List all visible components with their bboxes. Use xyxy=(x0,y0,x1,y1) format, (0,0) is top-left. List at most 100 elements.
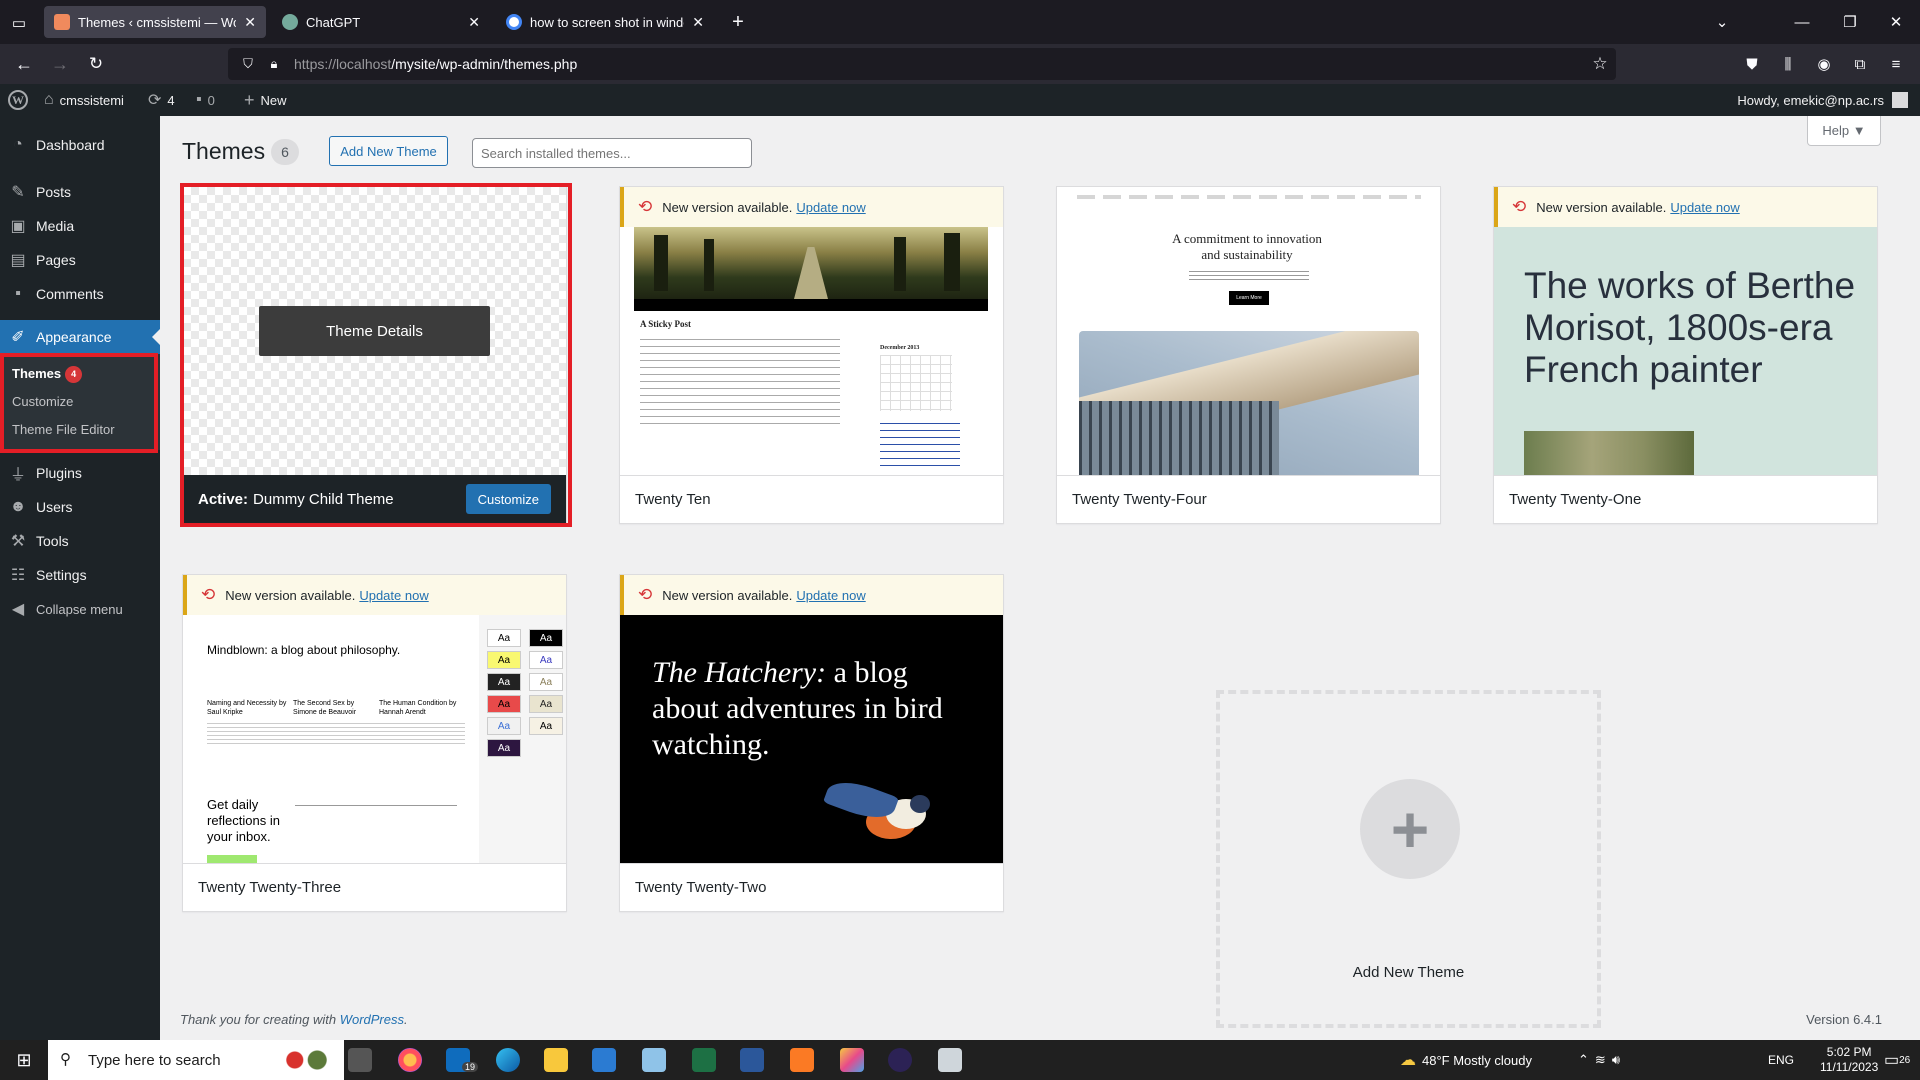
extensions-icon[interactable]: ⧉ xyxy=(1848,52,1872,76)
theme-screenshot[interactable]: A commitment to innovation and sustainab… xyxy=(1057,187,1440,475)
sidebar-item-posts[interactable]: ✎ Posts xyxy=(0,175,160,209)
my-account-menu[interactable]: Howdy, emekic@np.ac.rs xyxy=(1737,84,1908,116)
theme-screenshot[interactable]: A Sticky Post December 2013 ⟲ New versio… xyxy=(620,187,1003,475)
menu-icon[interactable]: ≡ xyxy=(1884,52,1908,76)
sidebar-collapse-menu[interactable]: ◀ Collapse menu xyxy=(0,592,160,626)
updates-icon: ⟳ xyxy=(148,92,162,109)
style-swatch: Aa xyxy=(529,695,563,713)
browser-tab-bar: ▭ Themes ‹ cmssistemi — WordPress ✕ Chat… xyxy=(0,0,1920,44)
close-tab-icon[interactable]: ✕ xyxy=(692,14,704,31)
update-now-link[interactable]: Update now xyxy=(359,588,428,603)
update-now-link[interactable]: Update now xyxy=(796,200,865,215)
excel-icon[interactable] xyxy=(692,1048,716,1072)
comments-menu[interactable]: ▪ 0 xyxy=(196,84,215,116)
tt4-subtext xyxy=(1189,271,1309,281)
bookmark-star-icon[interactable]: ☆ xyxy=(1590,54,1610,74)
style-swatch: Aa xyxy=(487,629,521,647)
close-tab-icon[interactable]: ✕ xyxy=(244,14,256,31)
paint-icon[interactable] xyxy=(642,1048,666,1072)
back-icon[interactable]: ← xyxy=(12,52,36,76)
updates-menu[interactable]: ⟳ 4 xyxy=(148,84,175,116)
tab-list-icon[interactable]: ▭ xyxy=(8,12,30,34)
word-icon[interactable] xyxy=(740,1048,764,1072)
theme-count-badge: 6 xyxy=(271,139,299,165)
sidebar-item-comments[interactable]: ▪ Comments xyxy=(0,277,160,311)
edge-icon[interactable] xyxy=(496,1048,520,1072)
notifications-button[interactable]: ▭ 26 xyxy=(1884,1040,1910,1080)
file-explorer-icon[interactable] xyxy=(544,1048,568,1072)
sidebar-item-tools[interactable]: ⚒ Tools xyxy=(0,524,160,558)
avatar xyxy=(1892,92,1908,108)
theme-card-twenty-twenty-one[interactable]: The works of Berthe Morisot, 1800s-era F… xyxy=(1493,186,1878,524)
sidebar-item-users[interactable]: ☻ Users xyxy=(0,490,160,524)
add-new-theme-button[interactable]: Add New Theme xyxy=(329,136,448,166)
paint3d-icon[interactable] xyxy=(840,1048,864,1072)
wordpress-link[interactable]: WordPress xyxy=(340,1012,404,1027)
footer-thanks: Thank you for creating with WordPress. xyxy=(180,1012,408,1027)
account-icon[interactable]: ◉ xyxy=(1812,52,1836,76)
taskbar-search-box[interactable]: ⚲ Type here to search xyxy=(48,1040,344,1080)
page-title: Themes xyxy=(182,138,266,164)
language-indicator[interactable]: ENG xyxy=(1768,1040,1794,1080)
sidebar-item-appearance[interactable]: ✐ Appearance xyxy=(0,320,160,354)
sidebar-item-pages[interactable]: ▤ Pages xyxy=(0,243,160,277)
update-now-link[interactable]: Update now xyxy=(1670,200,1739,215)
forward-icon[interactable]: → xyxy=(48,52,72,76)
lock-icon[interactable]: 🔒︎ xyxy=(266,56,282,72)
clock[interactable]: 5:02 PM 11/11/2023 xyxy=(1820,1040,1878,1080)
browser-nav-bar: ← → ↻ ⛉ 🔒︎ https://localhost/mysite/wp-a… xyxy=(0,44,1920,84)
xampp-icon[interactable] xyxy=(790,1048,814,1072)
comment-icon: ▪ xyxy=(196,91,202,108)
comment-icon: ▪ xyxy=(15,285,21,302)
sidebar-item-plugins[interactable]: ⏚ Plugins xyxy=(0,456,160,490)
wp-logo-menu[interactable]: W xyxy=(8,84,28,116)
close-tab-icon[interactable]: ✕ xyxy=(468,14,480,31)
help-tab-button[interactable]: Help ▼ xyxy=(1807,116,1881,146)
pocket-icon[interactable]: ⛊ xyxy=(1740,52,1764,76)
tab-chatgpt[interactable]: ChatGPT ✕ xyxy=(272,6,490,38)
store-icon[interactable] xyxy=(592,1048,616,1072)
tray-icons[interactable]: ⌃ ≋ 🔊︎ xyxy=(1578,1040,1626,1080)
update-notice: ⟲ New version available. Update now xyxy=(1494,187,1877,227)
theme-card-twenty-twenty-three[interactable]: Mindblown: a blog about philosophy. Nami… xyxy=(182,574,567,912)
new-content-menu[interactable]: + New xyxy=(244,84,287,116)
reload-icon[interactable]: ↻ xyxy=(84,52,108,76)
shield-icon[interactable]: ⛉ xyxy=(240,56,256,72)
eclipse-icon[interactable] xyxy=(888,1048,912,1072)
windows-start-icon[interactable]: ⊞ xyxy=(12,1048,36,1072)
chevron-down-icon[interactable]: ⌄ xyxy=(1710,10,1734,34)
sidebar-item-media[interactable]: ▣ Media xyxy=(0,209,160,243)
site-name-menu[interactable]: ⌂ cmssistemi xyxy=(44,84,124,116)
theme-card-twenty-twenty-two[interactable]: The Hatchery: a blog about adventures in… xyxy=(619,574,1004,912)
weather-widget[interactable]: ☁ 48°F Mostly cloudy xyxy=(1400,1040,1532,1080)
theme-card-twenty-ten[interactable]: A Sticky Post December 2013 ⟲ New versio… xyxy=(619,186,1004,524)
new-tab-icon[interactable]: + xyxy=(726,10,750,34)
wordpress-tab-icon xyxy=(54,14,70,30)
task-view-icon[interactable] xyxy=(348,1048,372,1072)
sliders-icon: ☷ xyxy=(10,567,26,584)
snipping-tool-icon[interactable] xyxy=(938,1048,962,1072)
restore-icon[interactable]: ❐ xyxy=(1838,10,1862,34)
theme-name: Twenty Twenty-One xyxy=(1494,475,1877,523)
firefox-icon[interactable] xyxy=(398,1048,422,1072)
theme-card-twenty-twenty-four[interactable]: A commitment to innovation and sustainab… xyxy=(1056,186,1441,524)
minimize-icon[interactable]: — xyxy=(1790,10,1814,34)
theme-screenshot[interactable]: The Hatchery: a blog about adventures in… xyxy=(620,575,1003,863)
theme-screenshot[interactable]: The works of Berthe Morisot, 1800s-era F… xyxy=(1494,187,1877,475)
notification-icon: ▭ xyxy=(1884,1052,1900,1069)
style-swatch: Aa xyxy=(529,673,563,691)
update-now-link[interactable]: Update now xyxy=(796,588,865,603)
tab-google[interactable]: how to screen shot in windos 10 ✕ xyxy=(496,6,714,38)
tab-wordpress[interactable]: Themes ‹ cmssistemi — WordPress ✕ xyxy=(44,6,266,38)
sidebar-item-dashboard[interactable]: ◔ Dashboard xyxy=(0,128,160,162)
search-themes-input[interactable] xyxy=(472,138,752,168)
tt3-style-panel: Aa Aa Aa Aa Aa Aa Aa Aa Aa Aa Aa xyxy=(479,615,566,863)
update-icon: ⟲ xyxy=(638,197,653,216)
theme-screenshot[interactable]: Mindblown: a blog about philosophy. Nami… xyxy=(183,575,566,863)
close-window-icon[interactable]: ✕ xyxy=(1884,10,1908,34)
library-icon[interactable]: ⫼ xyxy=(1776,52,1800,76)
tt3-divider xyxy=(295,805,457,806)
sidebar-item-settings[interactable]: ☷ Settings xyxy=(0,558,160,592)
address-bar[interactable]: ⛉ 🔒︎ https://localhost/mysite/wp-admin/t… xyxy=(228,48,1616,80)
add-new-theme-card[interactable]: + Add New Theme xyxy=(1216,690,1601,1028)
